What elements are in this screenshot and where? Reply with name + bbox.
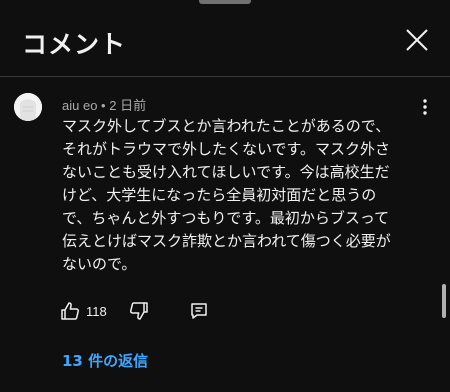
comment-timestamp: 2 日前 (109, 98, 147, 113)
comment-author[interactable]: aiu eo (62, 98, 97, 113)
close-icon[interactable] (405, 28, 429, 52)
page-title: コメント (22, 30, 127, 59)
thumbs-up-icon[interactable] (60, 301, 80, 321)
view-replies-link[interactable]: 13 件の返信 (62, 350, 148, 371)
comments-header: コメント (0, 0, 450, 77)
meta-separator: • (101, 98, 106, 113)
like-count: 118 (86, 303, 107, 319)
comment-meta: aiu eo • 2 日前 (62, 95, 146, 114)
scrollbar-thumb[interactable] (442, 284, 446, 318)
avatar-image (14, 93, 42, 121)
avatar[interactable] (14, 93, 42, 121)
comment-icon[interactable] (189, 301, 209, 321)
thumbs-down-icon[interactable] (129, 301, 149, 321)
comment-actions: 118 (60, 300, 209, 322)
more-vert-icon[interactable] (418, 98, 432, 116)
comment-text: マスク外してブスとか言われたことがあるので、 それがトラウマで外したくないです。… (62, 117, 391, 273)
